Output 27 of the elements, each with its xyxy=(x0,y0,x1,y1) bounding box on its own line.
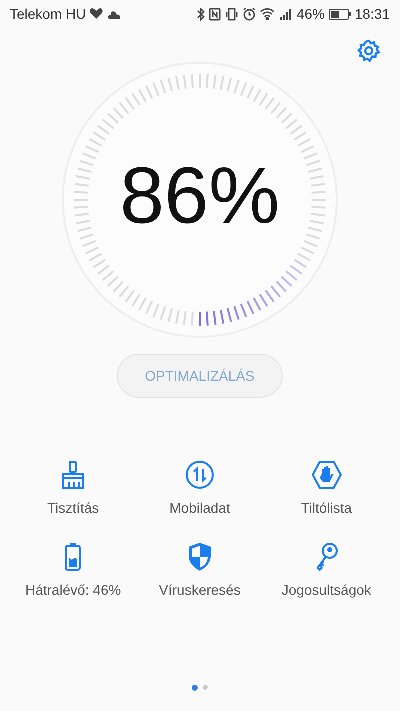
vibrate-icon xyxy=(224,8,239,20)
settings-icon xyxy=(357,39,381,63)
tool-item[interactable]: Tisztítás xyxy=(10,460,137,516)
tool-item[interactable]: Jogosultságok xyxy=(263,542,390,598)
nfc-icon xyxy=(208,8,221,20)
signal-icon xyxy=(278,8,293,20)
score-value: 86% xyxy=(118,156,282,236)
alarm-icon xyxy=(242,8,256,20)
brush-icon xyxy=(60,460,86,490)
carrier-name: Telekom HU xyxy=(10,6,86,22)
battery-percent: 46% xyxy=(296,6,325,22)
clock-time: 18:31 xyxy=(354,6,390,22)
bluetooth-icon xyxy=(196,8,205,20)
key-icon xyxy=(314,542,339,572)
tool-item[interactable]: Víruskeresés xyxy=(136,542,264,598)
battery-icon xyxy=(64,542,82,572)
cloud-icon xyxy=(107,10,122,18)
data-transfer-icon xyxy=(184,460,215,490)
tool-item[interactable]: Tiltólista xyxy=(263,460,390,516)
battery-status-icon xyxy=(328,8,351,20)
tool-item[interactable]: Mobiladat xyxy=(136,460,264,516)
wifi-icon xyxy=(260,8,275,20)
heart-icon xyxy=(90,8,104,20)
hand-icon xyxy=(312,460,342,490)
shield-icon xyxy=(186,542,213,572)
settings-button[interactable] xyxy=(356,38,382,64)
tool-item[interactable]: Hátralévő: 46% xyxy=(10,542,137,598)
